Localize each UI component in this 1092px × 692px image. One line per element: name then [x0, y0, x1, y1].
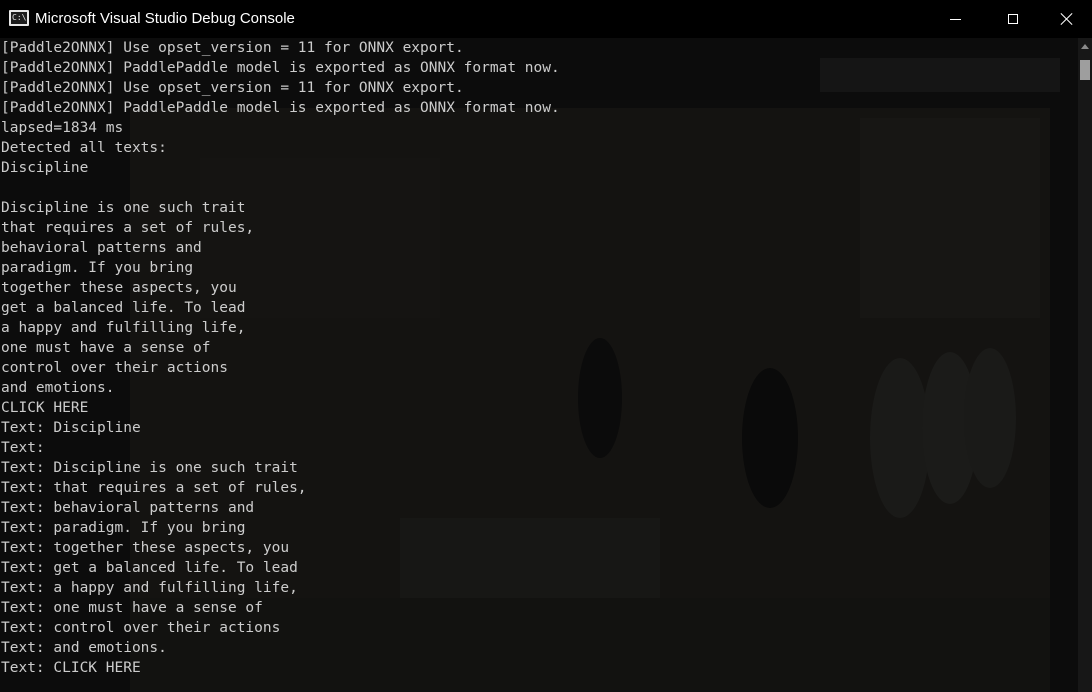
- console-line: get a balanced life. To lead: [1, 300, 246, 316]
- console-line: Text: and emotions.: [1, 640, 167, 656]
- vertical-scrollbar[interactable]: [1078, 38, 1092, 692]
- console-line: lapsed=1834 ms: [1, 120, 124, 136]
- minimize-icon: [949, 18, 961, 20]
- console-line: Text: that requires a set of rules,: [1, 480, 307, 496]
- console-line: paradigm. If you bring: [1, 260, 194, 276]
- window-title: Microsoft Visual Studio Debug Console: [35, 10, 295, 27]
- console-app-icon[interactable]: C:\: [9, 10, 29, 26]
- console-line: and emotions.: [1, 380, 115, 396]
- scroll-up-arrow-icon[interactable]: [1081, 44, 1089, 49]
- maximize-icon: [1008, 14, 1018, 24]
- console-line: Text: Discipline: [1, 420, 141, 436]
- scrollbar-thumb[interactable]: [1080, 60, 1090, 80]
- console-line: that requires a set of rules,: [1, 220, 255, 236]
- console-line: Discipline: [1, 160, 89, 176]
- console-line: Text: paradigm. If you bring: [1, 520, 246, 536]
- console-line: Text: behavioral patterns and: [1, 500, 255, 516]
- console-line: Text: get a balanced life. To lead: [1, 560, 298, 576]
- console-line: behavioral patterns and: [1, 240, 202, 256]
- console-window: C:\ Microsoft Visual Studio Debug Consol…: [0, 0, 1092, 692]
- console-output-area[interactable]: [Paddle2ONNX] Use opset_version = 11 for…: [0, 38, 1078, 692]
- console-line: Text: together these aspects, you: [1, 540, 290, 556]
- console-line: [Paddle2ONNX] Use opset_version = 11 for…: [1, 40, 464, 56]
- console-line: [Paddle2ONNX] PaddlePaddle model is expo…: [1, 60, 560, 76]
- console-line: Discipline is one such trait: [1, 200, 246, 216]
- console-line: Text: Discipline is one such trait: [1, 460, 298, 476]
- console-line: Text:: [1, 440, 45, 456]
- console-line: [Paddle2ONNX] PaddlePaddle model is expo…: [1, 100, 560, 116]
- console-line: one must have a sense of: [1, 340, 211, 356]
- maximize-button[interactable]: [984, 0, 1042, 38]
- console-line: Text: control over their actions: [1, 620, 281, 636]
- console-line: a happy and fulfilling life,: [1, 320, 246, 336]
- minimize-button[interactable]: [926, 0, 984, 38]
- close-icon: [1061, 13, 1073, 25]
- console-line: together these aspects, you: [1, 280, 237, 296]
- console-line: control over their actions: [1, 360, 228, 376]
- close-button[interactable]: [1042, 0, 1092, 38]
- console-line: Detected all texts:: [1, 140, 167, 156]
- console-line: Text: one must have a sense of: [1, 600, 263, 616]
- console-app-icon-glyph: C:\: [11, 12, 27, 24]
- console-line: CLICK HERE: [1, 400, 89, 416]
- console-line: Text: CLICK HERE: [1, 660, 141, 676]
- console-lines: [Paddle2ONNX] Use opset_version = 11 for…: [1, 38, 560, 678]
- console-line: [Paddle2ONNX] Use opset_version = 11 for…: [1, 80, 464, 96]
- title-bar[interactable]: C:\ Microsoft Visual Studio Debug Consol…: [0, 0, 1092, 38]
- console-line: Text: a happy and fulfilling life,: [1, 580, 298, 596]
